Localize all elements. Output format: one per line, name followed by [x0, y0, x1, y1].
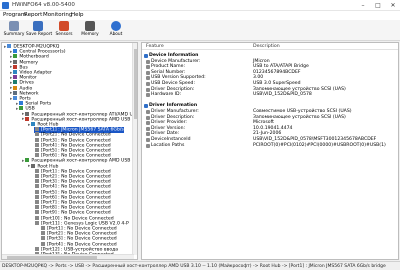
- tree-node-icon: [35, 205, 39, 210]
- status-bar: DESKTOP-M2UQPKQ -> Ports -> USB -> Расши…: [0, 261, 400, 270]
- device-tree[interactable]: ▸ DESKTOP-M2UQPKQ ▸ Central Processor(s) ▸ Mo…: [1, 42, 138, 260]
- tree-node-icon: [35, 132, 39, 137]
- row-icon: [146, 82, 150, 86]
- tree-node-icon: [35, 127, 39, 132]
- about-button[interactable]: About: [104, 21, 128, 40]
- tree-node-icon: [35, 200, 39, 204]
- menu-monitoring[interactable]: Monitoring: [43, 12, 72, 18]
- app-icon: [2, 2, 9, 9]
- tree-node-icon: [13, 54, 18, 59]
- tree-expander-icon[interactable]: ▸: [28, 123, 30, 128]
- tree-node-icon: [41, 231, 45, 236]
- summary-button[interactable]: Summary: [2, 21, 26, 40]
- tree-node-icon: [13, 96, 18, 100]
- menu-report[interactable]: Report: [24, 12, 42, 18]
- tree-expander-icon[interactable]: ▸: [28, 164, 30, 169]
- close-icon[interactable]: ✕: [386, 0, 400, 11]
- tree-expander-icon[interactable]: ▸: [10, 97, 12, 102]
- tree-node-icon: [35, 246, 39, 251]
- minimize-icon[interactable]: –: [356, 0, 370, 11]
- row-icon: [146, 65, 150, 70]
- feature-value: PCIROOT(0)#PCI(0102)#PCI(0000)#USBROOT(0…: [253, 142, 386, 148]
- tree-node-icon: [35, 148, 39, 152]
- tree-node-icon: [35, 137, 39, 142]
- tree-node-icon: [25, 158, 30, 163]
- tree-node-icon: [35, 194, 39, 199]
- feature-label: Location Paths: [151, 142, 185, 148]
- tree-node-icon: [7, 44, 12, 48]
- feature-column-header[interactable]: Feature: [146, 44, 164, 49]
- row-icon: [146, 126, 150, 131]
- tree-node-icon: [35, 153, 39, 158]
- summary-icon: [9, 21, 19, 31]
- menu-help[interactable]: Help: [71, 12, 84, 18]
- tree-node-icon: [13, 90, 18, 95]
- tree-node-icon: [25, 116, 30, 121]
- row-icon: [146, 93, 150, 98]
- row-icon: [146, 143, 150, 148]
- tree-node-icon: [13, 49, 18, 54]
- tree-node-icon: [19, 106, 24, 111]
- tree-expander-icon[interactable]: ▸: [4, 45, 6, 50]
- row-icon: [146, 132, 150, 137]
- tree-node-icon: [35, 179, 39, 184]
- toolbar: Summary Save Report Sensors Memory About: [0, 20, 400, 41]
- memory-icon: [85, 21, 95, 31]
- tree-node-icon: [35, 142, 39, 147]
- menu-program[interactable]: Program: [3, 12, 26, 18]
- row-icon: [146, 121, 150, 126]
- row-icon: [146, 59, 150, 64]
- about-icon: [111, 21, 121, 31]
- tree-node-icon: [35, 210, 39, 215]
- driver-icon: [144, 104, 148, 109]
- tree-node-icon: [41, 236, 45, 241]
- details-panel: Feature Description Device Information De…: [141, 42, 399, 260]
- row-icon: [146, 110, 150, 114]
- tree-node-icon: [19, 101, 24, 106]
- window-title: HWiNFO64 v8.00-5400: [12, 2, 75, 8]
- usb-icon: [144, 54, 148, 58]
- tree-expander-icon[interactable]: ▸: [16, 107, 18, 112]
- tree-node-icon: [35, 220, 39, 225]
- tree-expander-icon[interactable]: ▸: [22, 159, 24, 164]
- details-header: Feature Description: [142, 43, 398, 50]
- title-bar: HWiNFO64 v8.00-5400 – □ ✕: [0, 0, 400, 11]
- row-icon: [146, 76, 150, 81]
- detail-row[interactable]: Location Paths PCIROOT(0)#PCI(0102)#PCI(0…: [142, 142, 398, 149]
- tree-node-icon: [35, 184, 39, 189]
- row-icon: [146, 138, 150, 142]
- description-column-header[interactable]: Description: [253, 44, 280, 49]
- tree-expander-icon[interactable]: ▸: [22, 117, 24, 122]
- menu-bar: Program Report Monitoring Help: [0, 11, 400, 20]
- sensors-icon: [59, 21, 69, 31]
- tree-node-icon: [31, 122, 36, 126]
- tree-node-icon: [35, 215, 39, 220]
- tree-node-icon: [13, 59, 18, 64]
- row-icon: [146, 70, 150, 75]
- tree-node-icon: [35, 168, 39, 173]
- tree-node-icon: [13, 64, 18, 69]
- tree-node-icon: [41, 241, 45, 246]
- save-report-icon: [33, 21, 43, 31]
- tree-node-icon: [35, 174, 39, 178]
- row-icon: [146, 87, 150, 92]
- tree-node-icon: [13, 75, 18, 80]
- row-icon: [146, 115, 150, 120]
- tree-node-icon: [31, 163, 36, 168]
- tree-vertical-scrollbar[interactable]: [132, 43, 137, 255]
- memory-button[interactable]: Memory: [78, 21, 102, 40]
- tree-node-icon: [41, 226, 45, 230]
- save-report-button[interactable]: Save Report: [26, 21, 52, 40]
- status-path: DESKTOP-M2UQPKQ -> Ports -> USB -> Расши…: [2, 264, 386, 269]
- maximize-icon[interactable]: □: [371, 0, 385, 11]
- tree-node-icon: [13, 85, 18, 90]
- tree-node-icon: [13, 80, 18, 85]
- tree-node-icon: [25, 111, 30, 116]
- tree-node-icon: [13, 70, 18, 74]
- tree-horizontal-scrollbar[interactable]: [2, 254, 134, 259]
- tree-node-icon: [35, 189, 39, 194]
- sensors-button[interactable]: Sensors: [52, 21, 76, 40]
